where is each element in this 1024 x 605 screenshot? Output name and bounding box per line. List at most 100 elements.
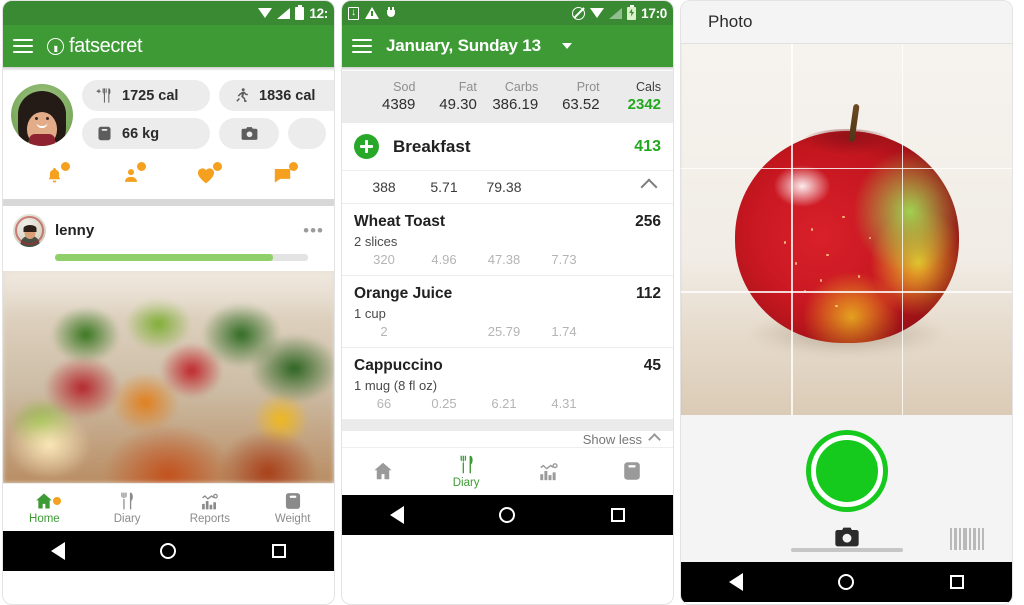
show-less-label: Show less xyxy=(582,431,642,447)
likes-button[interactable] xyxy=(169,162,245,186)
meal-total-fat: 5.71 xyxy=(430,179,458,195)
date-title[interactable]: January, Sunday 13 xyxy=(386,36,541,56)
weight-scale-icon xyxy=(623,461,640,480)
meal-total-sodium: 388 xyxy=(372,179,396,195)
home-tab-badge xyxy=(53,496,62,505)
home-icon xyxy=(374,462,392,479)
chevron-up-icon xyxy=(648,432,661,446)
meal-totals-row[interactable]: 388 5.71 79.38 xyxy=(342,171,673,204)
nav-recents-icon[interactable] xyxy=(272,544,287,558)
show-less-button[interactable]: Show less xyxy=(342,431,673,447)
phone-screenshot-camera: Photo xyxy=(680,0,1013,605)
tab-diary-label: Diary xyxy=(452,477,480,489)
macro-value-sodium: 4389 xyxy=(382,96,416,113)
hamburger-menu-icon[interactable] xyxy=(13,39,33,53)
camera-controls xyxy=(681,415,1012,562)
food-calories-value: 1725 cal xyxy=(122,87,179,104)
cutlery-icon xyxy=(460,455,473,474)
empty-pill[interactable] xyxy=(288,118,326,149)
barcode-mode-icon[interactable] xyxy=(950,528,984,550)
macro-value-calories: 2342 xyxy=(627,96,662,113)
feed-food-photo[interactable] xyxy=(3,271,334,483)
status-bar-clock: 12: xyxy=(309,5,328,21)
wifi-icon xyxy=(590,8,605,18)
friends-badge xyxy=(137,162,147,171)
tab-diary-label: Diary xyxy=(113,512,141,525)
nav-home-icon[interactable] xyxy=(838,574,855,590)
status-bar-clock: 17:0 xyxy=(641,5,667,21)
hamburger-menu-icon[interactable] xyxy=(352,39,372,53)
chart-icon xyxy=(201,493,218,509)
weight-pill[interactable]: 66 kg xyxy=(82,118,210,149)
android-nav-bar-diary xyxy=(342,495,673,535)
tab-diary[interactable]: Diary xyxy=(425,454,508,489)
food-protein: 4.31 xyxy=(551,396,577,411)
exercise-runner-icon xyxy=(236,88,248,103)
nav-back-icon[interactable] xyxy=(728,573,743,591)
apple-photo-subject xyxy=(734,103,959,343)
feed-user-avatar[interactable] xyxy=(13,214,46,247)
notifications-badge xyxy=(61,162,71,171)
table-row[interactable]: Cappuccino 45 1 mug (8 fl oz) 66 0.25 6.… xyxy=(342,348,673,420)
nav-back-icon[interactable] xyxy=(389,506,404,524)
macro-key-calories: Cals xyxy=(636,80,662,94)
home-icon xyxy=(36,493,53,508)
camera-pill[interactable] xyxy=(219,118,279,149)
camera-icon xyxy=(241,127,257,140)
brand-name: fatsecret xyxy=(69,34,143,57)
tab-reports[interactable] xyxy=(508,460,591,484)
friends-button[interactable] xyxy=(93,162,169,186)
food-sodium: 320 xyxy=(373,252,395,267)
food-sodium: 2 xyxy=(380,324,388,339)
food-carbs: 25.79 xyxy=(487,324,521,339)
app-bar-home: fatsecret xyxy=(3,25,334,67)
food-calories-pill[interactable]: 1725 cal xyxy=(82,80,210,111)
tab-diary[interactable]: Diary xyxy=(86,491,169,525)
more-options-icon[interactable]: ••• xyxy=(303,222,324,239)
add-circle-icon[interactable] xyxy=(354,134,379,159)
tab-home[interactable] xyxy=(342,460,425,484)
food-calories: 256 xyxy=(635,213,661,230)
macro-value-carbs: 386.19 xyxy=(492,96,539,113)
food-protein: 1.74 xyxy=(551,324,577,339)
chevron-down-icon[interactable] xyxy=(561,43,572,49)
status-bar-home: 12: xyxy=(3,1,334,25)
exercise-calories-pill[interactable]: 1836 cal xyxy=(219,80,334,111)
tab-weight[interactable]: Weight xyxy=(251,491,334,525)
camera-viewfinder[interactable] xyxy=(681,44,1012,415)
phone-screenshot-diary: 17:0 January, Sunday 13 Sod Fat Carbs Pr… xyxy=(341,0,674,605)
notifications-button[interactable] xyxy=(17,162,93,186)
macro-values-row: 4389 49.30 386.19 63.52 2342 xyxy=(354,96,661,114)
fatsecret-brand: fatsecret xyxy=(47,34,143,58)
tab-weight[interactable] xyxy=(590,460,673,484)
exercise-calories-value: 1836 cal xyxy=(259,87,316,104)
android-nav-bar-home xyxy=(3,531,334,571)
fatsecret-logo-icon xyxy=(47,37,64,55)
signal-icon xyxy=(277,7,291,19)
food-serving: 1 mug (8 fl oz) xyxy=(354,378,438,393)
table-row[interactable]: Orange Juice 112 1 cup 2 25.79 1.74 xyxy=(342,276,673,348)
nav-home-icon[interactable] xyxy=(160,543,177,559)
tab-reports[interactable]: Reports xyxy=(169,491,252,525)
camera-icon xyxy=(834,527,859,546)
chevron-up-icon[interactable] xyxy=(640,178,658,196)
warning-icon xyxy=(365,7,379,19)
food-name: Orange Juice xyxy=(354,285,453,302)
page-title: Photo xyxy=(708,12,753,31)
likes-badge xyxy=(212,162,222,171)
macro-value-protein: 63.52 xyxy=(562,96,600,113)
comments-button[interactable] xyxy=(244,162,320,186)
food-fat: 0.25 xyxy=(431,396,457,411)
nav-recents-icon[interactable] xyxy=(950,575,965,589)
shutter-button[interactable] xyxy=(810,435,883,507)
nav-recents-icon[interactable] xyxy=(611,508,626,522)
android-nav-bar-camera xyxy=(681,562,1012,602)
three-phone-screenshots: 12: fatsecret 1725 cal 1836 cal 66 kg le… xyxy=(0,0,1024,605)
status-bar-diary: 17:0 xyxy=(342,1,673,25)
nav-back-icon[interactable] xyxy=(50,542,65,560)
tab-home[interactable]: Home xyxy=(3,491,86,525)
avatar[interactable] xyxy=(11,83,73,146)
nav-home-icon[interactable] xyxy=(499,507,516,523)
table-row[interactable]: Wheat Toast 256 2 slices 320 4.96 47.38 … xyxy=(342,204,673,276)
meal-name: Breakfast xyxy=(393,136,471,156)
